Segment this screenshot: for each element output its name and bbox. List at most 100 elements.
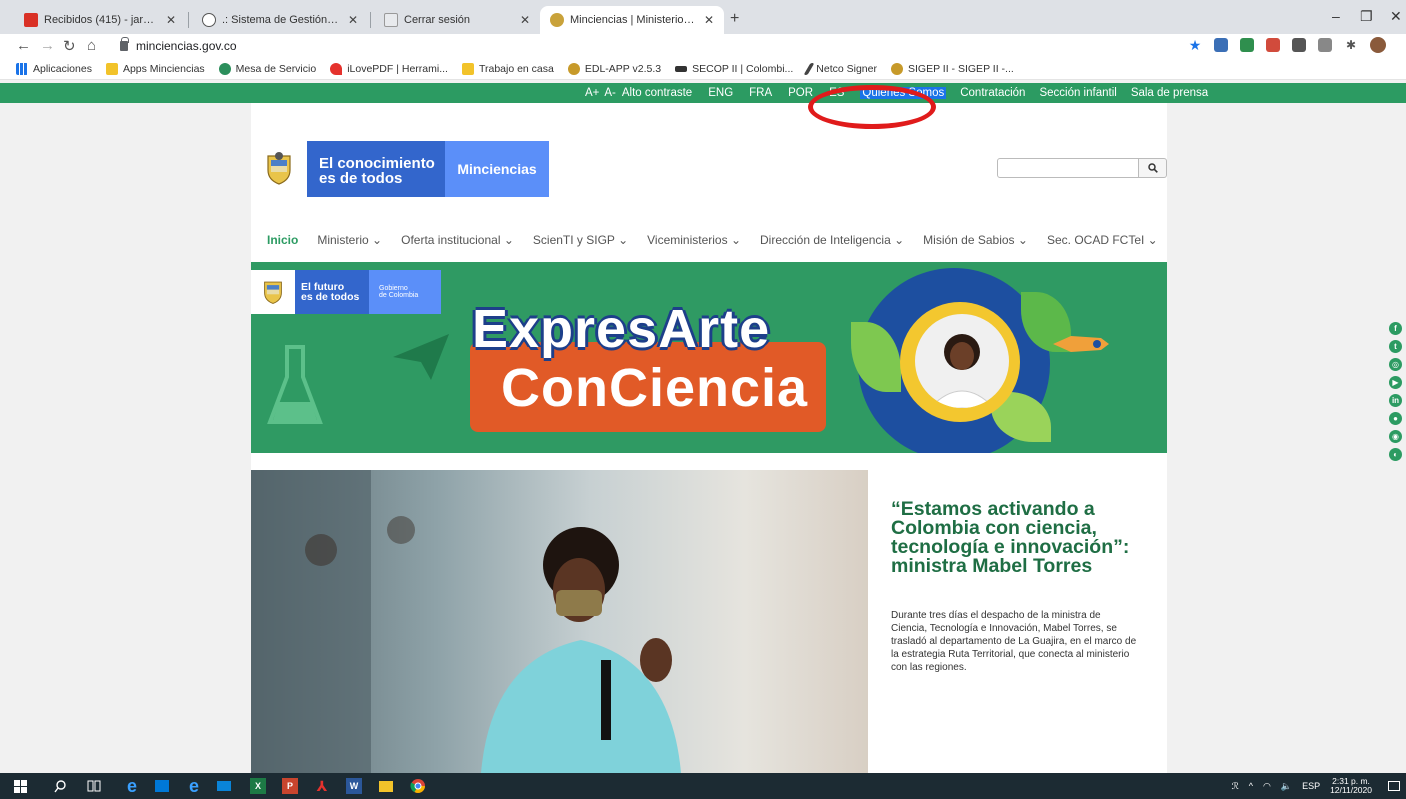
restore-button[interactable]: ❐ xyxy=(1360,8,1373,25)
reload-icon[interactable]: ↻ xyxy=(63,37,76,55)
wifi-icon[interactable]: ◠ xyxy=(1263,781,1271,792)
extension-icon[interactable] xyxy=(1292,38,1306,52)
brand-name: Minciencias xyxy=(445,141,549,197)
flask-icon xyxy=(267,345,323,424)
font-decrease-link[interactable]: A- xyxy=(604,87,616,99)
site-logo[interactable]: El conocimiento es de todos Minciencias xyxy=(251,141,549,197)
twitter-icon[interactable]: t xyxy=(1389,340,1402,353)
home-icon[interactable]: ⌂ xyxy=(87,37,96,54)
search-button[interactable] xyxy=(1139,158,1167,178)
coat-of-arms-icon xyxy=(251,270,295,314)
extension-icon[interactable] xyxy=(1214,38,1228,52)
people-icon[interactable]: ℛ xyxy=(1232,781,1239,792)
chevron-down-icon: ⌄ xyxy=(618,233,629,247)
bookmark-netco-signer[interactable]: Netco Signer xyxy=(803,62,877,75)
address-bar-row: ← → ↻ ⌂ minciencias.gov.co ★ ✱ xyxy=(0,34,1406,58)
chevron-down-icon: ⌄ xyxy=(1147,233,1158,247)
banner-title-line2: ConCiencia xyxy=(501,358,809,418)
edge-icon[interactable]: e xyxy=(186,776,202,796)
contratacion-link[interactable]: Contratación xyxy=(960,87,1025,99)
windows-start-icon[interactable] xyxy=(12,778,28,794)
nav-direccion-inteligencia[interactable]: Dirección de Inteligencia ⌄ xyxy=(760,233,904,247)
seccion-infantil-link[interactable]: Sección infantil xyxy=(1039,87,1116,99)
minimize-button[interactable]: – xyxy=(1332,8,1340,24)
chrome-icon[interactable] xyxy=(410,778,426,794)
instagram-icon[interactable]: ◎ xyxy=(1389,358,1402,371)
rss-icon[interactable]: ◉ xyxy=(1389,430,1402,443)
bookmark-apps-minciencias[interactable]: Apps Minciencias xyxy=(105,62,205,75)
hero-banner[interactable]: El futuro es de todos Gobierno de Colombia… xyxy=(251,262,1167,453)
tab-gestion-documental[interactable]: .: Sistema de Gestión Document ✕ xyxy=(192,6,368,34)
close-tab-icon[interactable]: ✕ xyxy=(520,13,530,27)
facebook-icon[interactable]: f xyxy=(1389,322,1402,335)
extension-icon[interactable] xyxy=(1240,38,1254,52)
forward-arrow-icon[interactable]: → xyxy=(40,37,55,54)
tab-separator xyxy=(370,12,371,28)
flickr-icon[interactable]: ● xyxy=(1389,412,1402,425)
high-contrast-link[interactable]: Alto contraste xyxy=(622,87,692,99)
chevron-down-icon: ⌄ xyxy=(1017,233,1028,247)
font-increase-link[interactable]: A+ xyxy=(585,87,599,99)
search-input[interactable] xyxy=(997,158,1139,178)
lang-eng-link[interactable]: ENG xyxy=(708,87,733,99)
puzzle-icon[interactable]: ✱ xyxy=(1344,38,1358,52)
bookmark-aplicaciones[interactable]: Aplicaciones xyxy=(16,62,92,75)
nav-inicio[interactable]: Inicio xyxy=(267,233,298,247)
close-tab-icon[interactable]: ✕ xyxy=(166,13,176,27)
internet-explorer-icon[interactable]: e xyxy=(124,776,140,796)
new-tab-button[interactable]: + xyxy=(730,10,739,28)
website-viewport: A+ A- Alto contraste ENG FRA POR ES Quié… xyxy=(0,80,1406,773)
bookmark-sigep[interactable]: SIGEP II - SIGEP II -... xyxy=(890,62,1014,75)
news-photo[interactable] xyxy=(251,470,868,773)
bookmark-star-icon[interactable]: ★ xyxy=(1188,38,1202,52)
email-icon[interactable]: ◐ xyxy=(1389,448,1402,461)
bookmark-edl-app[interactable]: EDL-APP v2.5.3 xyxy=(567,62,661,75)
notifications-icon[interactable] xyxy=(1386,778,1402,794)
bookmark-secop[interactable]: SECOP II | Colombi... xyxy=(675,63,793,75)
youtube-icon[interactable]: ▶ xyxy=(1389,376,1402,389)
bookmark-trabajo-casa[interactable]: Trabajo en casa xyxy=(461,62,554,75)
powerpoint-icon[interactable]: P xyxy=(282,778,298,794)
task-view-icon[interactable] xyxy=(86,778,102,794)
extension-icon[interactable] xyxy=(1266,38,1280,52)
nav-viceministerios[interactable]: Viceministerios ⌄ xyxy=(647,233,741,247)
site-search xyxy=(997,158,1167,178)
lang-fra-link[interactable]: FRA xyxy=(749,87,772,99)
chevron-up-icon[interactable]: ^ xyxy=(1249,781,1253,791)
tab-minciencias[interactable]: Minciencias | Ministerio de Cienc ✕ xyxy=(540,6,724,34)
acrobat-icon[interactable]: ⅄ xyxy=(314,778,330,794)
nav-mision-sabios[interactable]: Misión de Sabios ⌄ xyxy=(923,233,1028,247)
language-indicator[interactable]: ESP xyxy=(1302,781,1320,791)
bookmark-mesa-servicio[interactable]: Mesa de Servicio xyxy=(218,62,316,75)
apps-grid-icon xyxy=(16,62,28,75)
search-icon[interactable] xyxy=(52,778,68,794)
sala-prensa-link[interactable]: Sala de prensa xyxy=(1131,87,1208,99)
linkedin-icon[interactable]: in xyxy=(1389,394,1402,407)
url-field[interactable]: minciencias.gov.co xyxy=(112,35,1192,57)
nav-oferta-institucional[interactable]: Oferta institucional ⌄ xyxy=(401,233,514,247)
nav-scienti[interactable]: ScienTI y SIGP ⌄ xyxy=(533,233,628,247)
close-window-button[interactable]: ✕ xyxy=(1390,8,1402,25)
word-icon[interactable]: W xyxy=(346,778,362,794)
lock-icon xyxy=(120,37,129,51)
store-icon[interactable] xyxy=(154,778,170,794)
mail-icon[interactable] xyxy=(216,778,232,794)
close-tab-icon[interactable]: ✕ xyxy=(704,13,714,27)
news-headline[interactable]: “Estamos activando a Colombia con cienci… xyxy=(891,499,1131,576)
coat-of-arms-icon xyxy=(890,62,903,75)
lang-por-link[interactable]: POR xyxy=(788,87,813,99)
file-explorer-icon[interactable] xyxy=(378,778,394,794)
excel-icon[interactable]: X xyxy=(250,778,266,794)
tab-gmail[interactable]: Recibidos (415) - jardila@mincie ✕ xyxy=(14,6,186,34)
profile-avatar[interactable] xyxy=(1370,37,1386,53)
close-tab-icon[interactable]: ✕ xyxy=(348,13,358,27)
service-desk-icon xyxy=(218,62,231,75)
bookmark-ilovepdf[interactable]: iLovePDF | Herrami... xyxy=(330,62,448,75)
nav-ministerio[interactable]: Ministerio ⌄ xyxy=(317,233,382,247)
tab-cerrar-sesion[interactable]: Cerrar sesión ✕ xyxy=(374,6,540,34)
nav-sec-ocad[interactable]: Sec. OCAD FCTeI ⌄ xyxy=(1047,233,1158,247)
back-arrow-icon[interactable]: ← xyxy=(16,37,31,54)
extension-icon[interactable] xyxy=(1318,38,1332,52)
volume-icon[interactable]: 🔈 xyxy=(1281,781,1292,792)
clock[interactable]: 2:31 p. m. 12/11/2020 xyxy=(1330,777,1372,795)
